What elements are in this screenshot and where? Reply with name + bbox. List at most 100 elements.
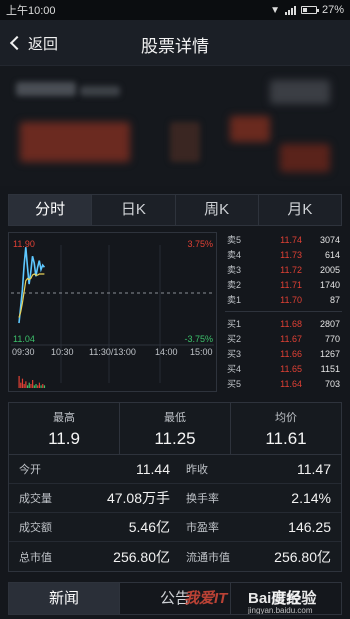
stat-label: 成交额	[19, 522, 52, 534]
ask-label: 卖2	[227, 280, 242, 290]
volume-bar	[37, 385, 39, 388]
volume-bar	[43, 385, 46, 388]
volume-bar	[32, 380, 34, 388]
stat-value: 2.14%	[291, 490, 331, 506]
order-book: 卖5 11.74 3074 卖4 11.73 614 卖3 11.72 2005 卖2 11.…	[221, 232, 342, 392]
stat-value: 11.47	[297, 461, 331, 477]
stats-row: 总市值 256.80亿 流通市值 256.80亿	[9, 542, 341, 571]
bid-price: 11.67	[280, 333, 302, 344]
stat-value: 11.9	[48, 429, 80, 448]
bid-price: 11.64	[280, 378, 302, 389]
volume-bar	[35, 384, 37, 388]
bid-label: 买1	[227, 319, 242, 329]
ask-price: 11.70	[280, 294, 302, 305]
ask-price: 11.72	[280, 264, 302, 275]
info-tabs: 新闻 公告 研报	[8, 582, 342, 615]
volume-bar	[38, 382, 40, 388]
blurred-price	[20, 122, 130, 162]
ask-price: 11.73	[280, 249, 302, 260]
chart-canvas	[11, 245, 214, 388]
blurred-change	[230, 116, 270, 142]
volume-bar	[23, 384, 25, 388]
ask-label: 卖3	[227, 265, 242, 275]
bid-volume: 770	[324, 333, 340, 344]
ask-price: 11.71	[280, 279, 302, 290]
ask-price: 11.74	[280, 234, 302, 245]
status-icons: ▼ 27%	[270, 4, 344, 16]
tab-weekly-k[interactable]: 周K	[176, 195, 259, 225]
volume-bar	[26, 385, 29, 388]
stat-value: 256.80亿	[113, 548, 170, 565]
ask-row: 卖1 11.70 87	[221, 292, 342, 307]
ask-volume: 1740	[319, 279, 340, 290]
battery-percent: 27%	[321, 4, 344, 16]
chart-low-price: 11.04	[13, 334, 35, 344]
bid-volume: 1267	[319, 348, 340, 359]
tab-monthly-k[interactable]: 月K	[259, 195, 341, 225]
blurred-change-pct	[280, 144, 330, 172]
stats-row: 今开 11.44 昨收 11.47	[9, 455, 341, 484]
stat-value: 47.08万手	[106, 490, 170, 506]
time-label: 09:30	[12, 347, 35, 357]
tab-intraday[interactable]: 分时	[9, 195, 93, 225]
stats-row: 成交额 5.46亿 市盈率 146.25	[9, 513, 341, 542]
stat-avg: 均价 11.61	[231, 403, 341, 454]
ask-volume: 614	[324, 249, 340, 260]
tab-reports[interactable]: 研报	[231, 583, 341, 614]
bid-row: 买2 11.67 770	[221, 331, 342, 346]
stat-value: 11.44	[136, 461, 170, 477]
volume-bar	[28, 382, 30, 388]
bid-label: 买5	[227, 379, 242, 389]
ask-row: 卖3 11.72 2005	[221, 262, 342, 277]
volume-bar	[18, 376, 20, 388]
blurred-arrow	[170, 122, 200, 162]
tab-announcements[interactable]: 公告	[120, 583, 231, 614]
bid-row: 买1 11.68 2807	[221, 316, 342, 331]
stat-value: 5.46亿	[128, 519, 170, 535]
status-bar: 上午10:00 ▼ 27%	[0, 0, 350, 20]
stats-summary: 最高 11.9 最低 11.25 均价 11.61	[9, 403, 341, 455]
time-label: 15:00	[190, 347, 213, 357]
stat-label: 昨收	[186, 464, 208, 476]
volume-bar	[30, 384, 32, 388]
bid-volume: 2807	[319, 318, 340, 329]
volume-bar	[20, 382, 22, 388]
ask-volume: 2005	[319, 264, 340, 275]
signal-icon	[284, 5, 296, 15]
volume-bar	[21, 378, 24, 388]
ask-row: 卖2 11.71 1740	[221, 277, 342, 292]
blurred-stock-code	[80, 86, 120, 96]
page-title: 股票详情	[141, 37, 209, 56]
stat-label: 成交量	[19, 493, 52, 505]
ask-row: 卖5 11.74 3074	[221, 232, 342, 247]
time-label: 10:30	[51, 347, 74, 357]
stat-value: 146.25	[288, 519, 331, 535]
intraday-chart[interactable]: 11.90 3.75% 11.04 -3.75% 09:30 10:30 11:…	[8, 232, 217, 392]
price-line	[18, 247, 46, 324]
tab-news[interactable]: 新闻	[9, 583, 120, 614]
nav-bar: 返回 股票详情	[0, 20, 350, 66]
tab-daily-k[interactable]: 日K	[92, 195, 176, 225]
bid-row: 买4 11.65 1151	[221, 361, 342, 376]
volume-bar	[40, 385, 42, 388]
bid-label: 买4	[227, 364, 242, 374]
stat-label: 市盈率	[186, 522, 219, 534]
stat-high: 最高 11.9	[9, 403, 120, 454]
stat-value: 256.80亿	[274, 548, 331, 565]
status-time: 上午10:00	[6, 5, 56, 17]
stat-low: 最低 11.25	[120, 403, 231, 454]
stat-label: 均价	[275, 412, 297, 424]
stat-value: 11.25	[154, 429, 196, 448]
stat-value: 11.61	[265, 429, 307, 448]
stat-label: 总市值	[19, 551, 52, 564]
chart-low-pct: -3.75%	[184, 334, 213, 344]
bid-price: 11.68	[280, 318, 302, 329]
stat-label: 换手率	[186, 493, 219, 505]
bid-row: 买3 11.66 1267	[221, 346, 342, 361]
blurred-stock-name	[16, 82, 76, 96]
volume-bar	[25, 381, 27, 388]
stat-label: 最高	[53, 412, 75, 424]
bid-volume: 1151	[320, 363, 340, 374]
time-label: 14:00	[155, 347, 178, 357]
stat-label: 最低	[164, 412, 186, 424]
